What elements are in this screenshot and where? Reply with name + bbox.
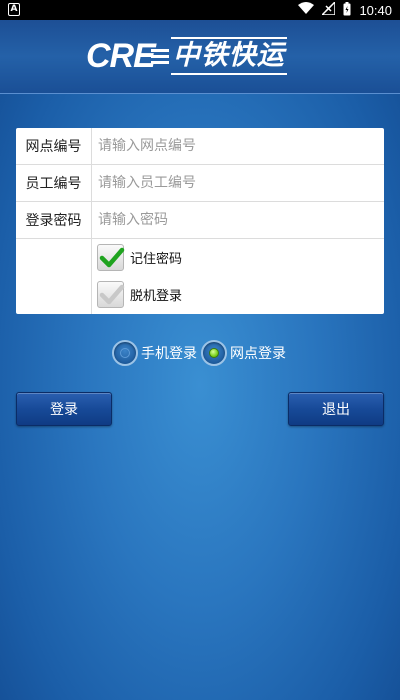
offline-login-checkbox[interactable] bbox=[97, 281, 125, 308]
phone-login-label: 手机登录 bbox=[141, 346, 197, 362]
password-label: 登录密码 bbox=[16, 202, 92, 238]
status-icons: 10:40 bbox=[298, 0, 392, 19]
remember-password-label: 记住密码 bbox=[130, 252, 183, 267]
branch-login-label: 网点登录 bbox=[230, 346, 286, 362]
logo-latin-text: CRE bbox=[86, 37, 156, 75]
branch-code-row: 网点编号 bbox=[16, 128, 384, 165]
battery-icon bbox=[343, 1, 351, 19]
options-area: 记住密码 脱机登录 bbox=[16, 239, 384, 314]
logo-chinese-text: 中铁快运 bbox=[170, 37, 287, 75]
branch-code-label: 网点编号 bbox=[16, 128, 92, 164]
offline-login-label: 脱机登录 bbox=[130, 289, 183, 304]
employee-id-row: 员工编号 bbox=[16, 165, 384, 202]
remember-password-option[interactable]: 记住密码 bbox=[97, 244, 182, 271]
offline-login-option[interactable]: 脱机登录 bbox=[97, 281, 182, 308]
branch-login-option[interactable]: 网点登录 bbox=[201, 340, 286, 366]
wifi-icon bbox=[298, 2, 315, 18]
checkmark-disabled-icon bbox=[99, 284, 125, 305]
exit-button[interactable]: 退出 bbox=[288, 392, 384, 426]
employee-id-label: 员工编号 bbox=[16, 165, 92, 201]
password-input[interactable] bbox=[92, 202, 384, 238]
remember-password-checkbox[interactable] bbox=[97, 244, 125, 271]
phone-login-radio[interactable] bbox=[112, 340, 138, 366]
login-form: 网点编号 员工编号 登录密码 记住密码 bbox=[16, 128, 384, 314]
checkmark-icon bbox=[99, 247, 125, 268]
phone-login-option[interactable]: 手机登录 bbox=[112, 340, 197, 366]
notification-a-icon: A bbox=[8, 3, 20, 16]
app-header: CRE 中铁快运 bbox=[0, 20, 400, 94]
login-button[interactable]: 登录 bbox=[16, 392, 112, 426]
logo-speed-lines bbox=[150, 48, 169, 64]
password-row: 登录密码 bbox=[16, 202, 384, 239]
cre-logo: CRE 中铁快运 bbox=[86, 36, 287, 76]
signal-icon bbox=[320, 0, 337, 18]
login-mode-group: 手机登录 网点登录 bbox=[112, 340, 290, 366]
branch-login-radio[interactable] bbox=[201, 340, 227, 366]
branch-code-input[interactable] bbox=[92, 128, 384, 164]
status-time: 10:40 bbox=[359, 2, 392, 18]
employee-id-input[interactable] bbox=[92, 165, 384, 201]
status-bar: A 10:40 bbox=[0, 0, 400, 20]
